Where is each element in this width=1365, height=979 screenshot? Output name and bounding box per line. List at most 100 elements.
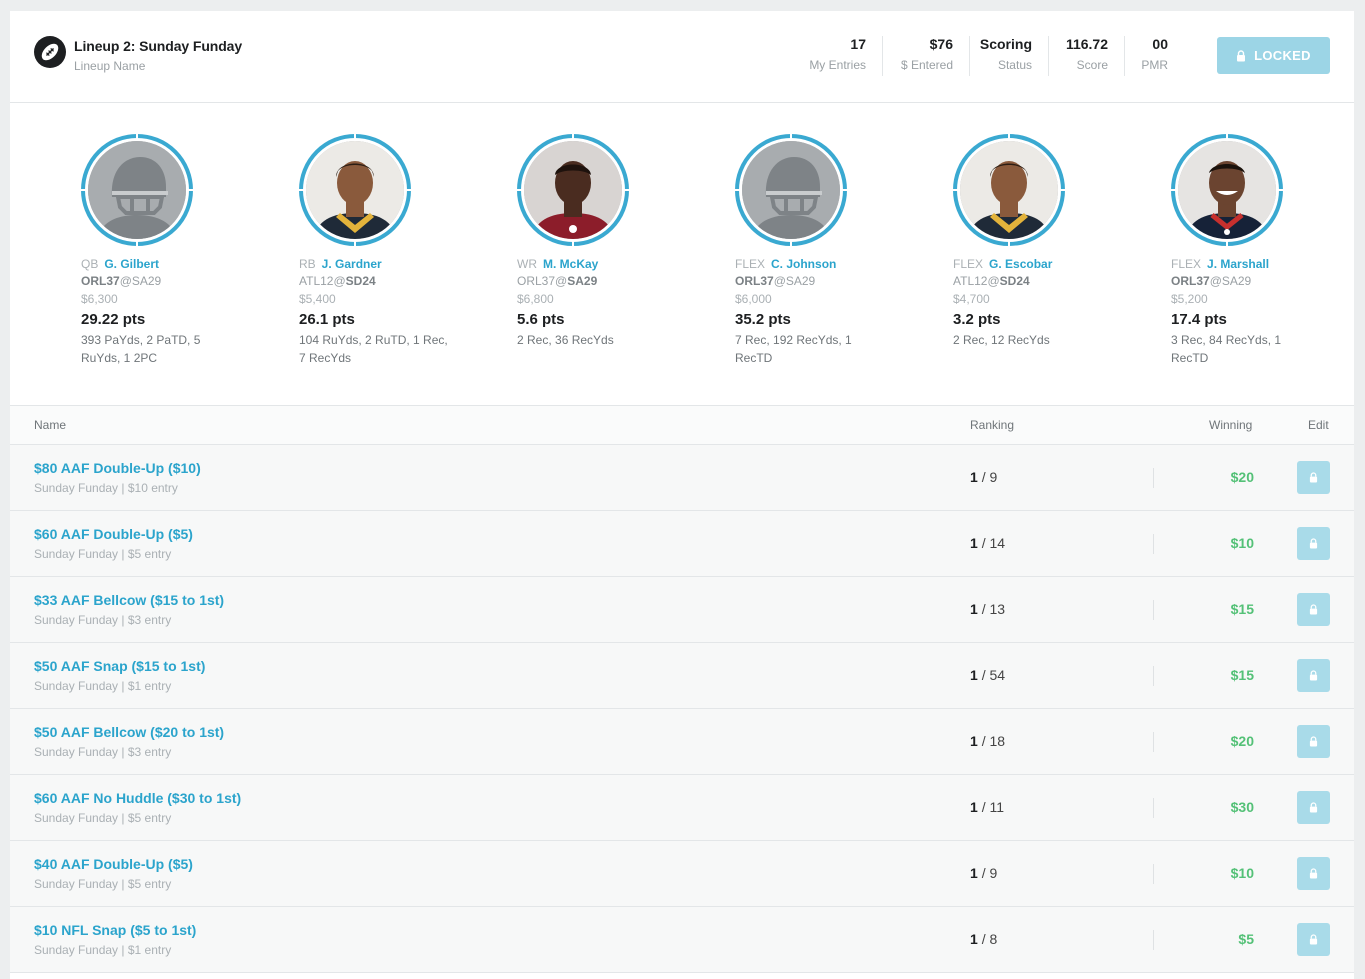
contest-name-link[interactable]: $33 AAF Bellcow ($15 to 1st) xyxy=(34,592,224,608)
contest-ranking: 1 / 9 xyxy=(970,469,997,485)
contest-name-link[interactable]: $50 AAF Bellcow ($20 to 1st) xyxy=(34,724,224,740)
player-points: 17.4 pts xyxy=(1171,311,1227,328)
player-name[interactable]: J. Marshall xyxy=(1207,257,1269,271)
contest-name-link[interactable]: $60 AAF Double-Up ($5) xyxy=(34,526,193,542)
game-at: @ xyxy=(119,274,132,288)
player-salary: $6,000 xyxy=(735,292,772,306)
rank-position: 1 xyxy=(970,535,978,551)
player-position: RB xyxy=(299,257,316,271)
ring-tick xyxy=(840,189,847,191)
team-home: ORL37 xyxy=(517,274,556,288)
divider xyxy=(1153,468,1154,488)
game-at: @ xyxy=(333,274,346,288)
stat-entered: $76 $ Entered xyxy=(901,35,953,77)
contest-name-link[interactable]: $80 AAF Double-Up ($10) xyxy=(34,460,201,476)
edit-lock-button[interactable] xyxy=(1297,593,1330,626)
edit-lock-button[interactable] xyxy=(1297,791,1330,824)
ring-tick xyxy=(1008,239,1010,246)
player-stats: 2 Rec, 12 RecYds xyxy=(953,333,1050,347)
contest-name-link[interactable]: $10 NFL Snap ($5 to 1st) xyxy=(34,922,196,938)
rank-position: 1 xyxy=(970,601,978,617)
player-photo xyxy=(960,141,1058,239)
table-header: Name Ranking Winning Edit xyxy=(10,406,1354,445)
table-row: $40 AAF Double-Up ($5) Sunday Funday | $5… xyxy=(10,841,1354,907)
game-at: @ xyxy=(1209,274,1222,288)
player-salary: $5,400 xyxy=(299,292,336,306)
team-home: ORL37 xyxy=(81,274,120,288)
player-name[interactable]: G. Gilbert xyxy=(104,257,159,271)
player-points: 29.22 pts xyxy=(81,311,146,328)
player-name[interactable]: G. Escobar xyxy=(989,257,1052,271)
ring-tick xyxy=(354,239,356,246)
player-position: WR xyxy=(517,257,537,271)
player-avatar xyxy=(735,134,847,246)
rank-total: / 18 xyxy=(981,733,1006,749)
player-points: 26.1 pts xyxy=(299,311,355,328)
player-position-line: RB J. Gardner xyxy=(299,256,499,272)
edit-lock-button[interactable] xyxy=(1297,923,1330,956)
ring-tick xyxy=(186,189,193,191)
player-photo xyxy=(306,141,404,239)
rank-total: / 11 xyxy=(981,799,1004,815)
table-row: $10 NFL Snap ($5 to 1st) Sunday Funday | … xyxy=(10,907,1354,973)
lock-icon xyxy=(1309,604,1318,615)
player-info: WR M. McKay ORL37@SA29 $6,800 5.6 pts 2 Rec, … xyxy=(517,256,717,349)
football-icon xyxy=(34,36,66,68)
contest-winning: $30 xyxy=(1230,799,1254,815)
lock-icon xyxy=(1309,802,1318,813)
divider xyxy=(1153,798,1154,818)
player-game: ATL12@SD24 xyxy=(953,272,1153,290)
divider xyxy=(1153,534,1154,554)
player-photo xyxy=(88,141,186,239)
player-salary: $4,700 xyxy=(953,292,990,306)
ring-tick xyxy=(354,134,356,141)
rank-total: / 9 xyxy=(981,469,998,485)
col-edit-header: Edit xyxy=(1308,418,1329,432)
contest-name-link[interactable]: $40 AAF Double-Up ($5) xyxy=(34,856,193,872)
edit-lock-button[interactable] xyxy=(1297,527,1330,560)
edit-lock-button[interactable] xyxy=(1297,659,1330,692)
player-stats: 104 RuYds, 2 RuTD, 1 Rec, 7 RecYds xyxy=(299,333,448,365)
player-position: FLEX xyxy=(953,257,984,271)
rank-total: / 54 xyxy=(981,667,1006,683)
stat-entries-label: My Entries xyxy=(809,58,866,72)
locked-label: LOCKED xyxy=(1254,48,1311,63)
rank-position: 1 xyxy=(970,733,978,749)
game-at: @ xyxy=(987,274,1000,288)
ring-tick xyxy=(572,239,574,246)
player-info: QB G. Gilbert ORL37@SA29 $6,300 29.22 pts 393… xyxy=(81,256,281,367)
contest-ranking: 1 / 18 xyxy=(970,733,1005,749)
player-position-line: FLEX J. Marshall xyxy=(1171,256,1354,272)
contest-name-link[interactable]: $60 AAF No Huddle ($30 to 1st) xyxy=(34,790,241,806)
contest-winning: $15 xyxy=(1230,601,1254,617)
player-game: ATL12@SD24 xyxy=(299,272,499,290)
edit-lock-button[interactable] xyxy=(1297,857,1330,890)
player-position: QB xyxy=(81,257,99,271)
team-away: SA29 xyxy=(567,274,598,288)
edit-lock-button[interactable] xyxy=(1297,725,1330,758)
locked-button[interactable]: LOCKED xyxy=(1217,37,1330,74)
player-name[interactable]: J. Gardner xyxy=(322,257,382,271)
table-row: $50 AAF Bellcow ($20 to 1st) Sunday Funda… xyxy=(10,709,1354,775)
lock-icon xyxy=(1309,934,1318,945)
divider xyxy=(1153,732,1154,752)
player-points: 3.2 pts xyxy=(953,311,1001,328)
player-salary: $6,800 xyxy=(517,292,554,306)
player-name[interactable]: M. McKay xyxy=(543,257,598,271)
edit-lock-button[interactable] xyxy=(1297,461,1330,494)
player-name[interactable]: C. Johnson xyxy=(771,257,836,271)
ring-tick xyxy=(299,189,306,191)
stat-entered-label: $ Entered xyxy=(900,58,953,72)
contest-sub: Sunday Funday | $3 entry xyxy=(34,613,172,627)
stat-entries-value: 17 xyxy=(850,36,866,52)
player-game: ORL37@SA29 xyxy=(735,272,935,290)
player-avatar xyxy=(1171,134,1283,246)
rank-position: 1 xyxy=(970,931,978,947)
table-row: $50 AAF Snap ($15 to 1st) Sunday Funday |… xyxy=(10,643,1354,709)
player-salary: $6,300 xyxy=(81,292,118,306)
stat-score-label: Score xyxy=(1076,58,1108,72)
contest-name-link[interactable]: $50 AAF Snap ($15 to 1st) xyxy=(34,658,205,674)
player-game: ORL37@SA29 xyxy=(1171,272,1354,290)
table-row: $33 AAF Bellcow ($15 to 1st) Sunday Funda… xyxy=(10,577,1354,643)
player-info: RB J. Gardner ATL12@SD24 $5,400 26.1 pts 104 … xyxy=(299,256,499,367)
